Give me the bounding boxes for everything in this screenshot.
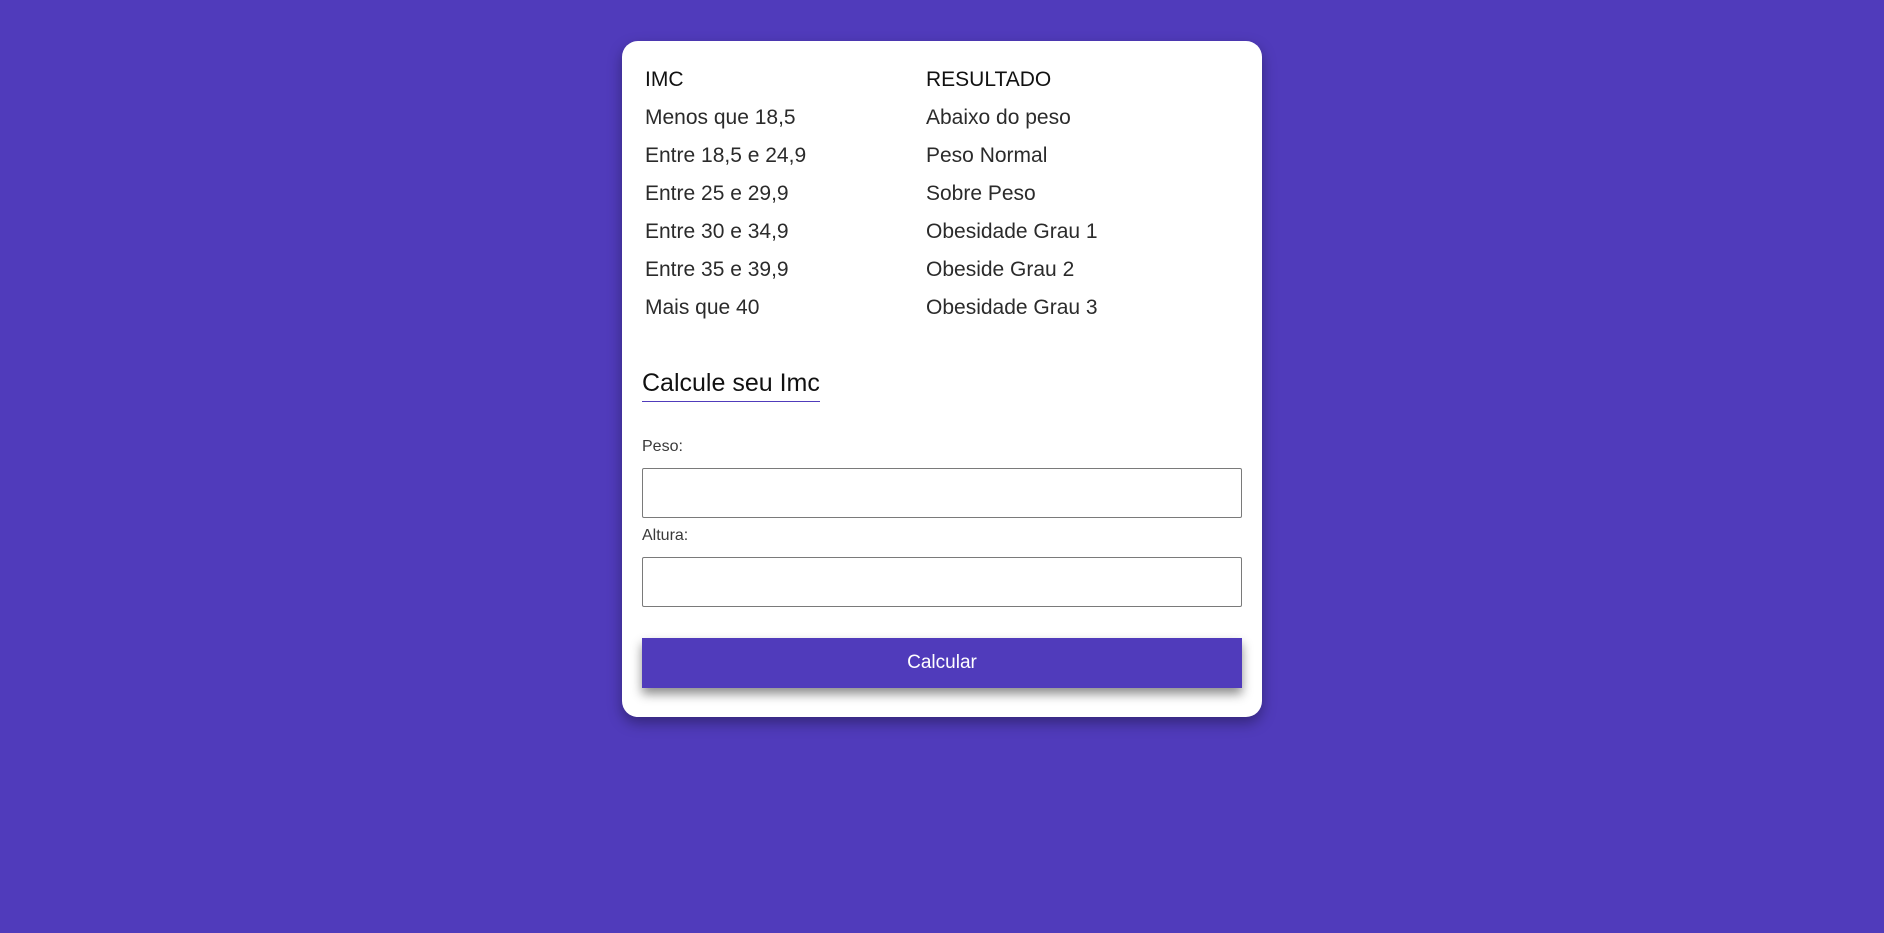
row-result: Obeside Grau 2	[926, 258, 1075, 281]
peso-input[interactable]	[642, 468, 1242, 518]
row-imc-range: Menos que 18,5	[645, 106, 796, 129]
peso-label: Peso:	[642, 438, 683, 455]
table-row: Entre 35 e 39,9 Obeside Grau 2	[645, 251, 1205, 289]
table-row: Entre 30 e 34,9 Obesidade Grau 1	[645, 213, 1205, 251]
row-result: Peso Normal	[926, 144, 1048, 167]
row-imc-range: Mais que 40	[645, 296, 760, 319]
header-imc: IMC	[645, 68, 684, 91]
table-row: Mais que 40 Obesidade Grau 3	[645, 289, 1205, 327]
row-imc-range: Entre 35 e 39,9	[645, 258, 789, 281]
imc-card: IMC RESULTADO Menos que 18,5 Abaixo do p…	[622, 41, 1262, 717]
calcular-button[interactable]: Calcular	[642, 638, 1242, 688]
imc-table: IMC RESULTADO Menos que 18,5 Abaixo do p…	[645, 61, 1205, 327]
header-resultado: RESULTADO	[926, 68, 1052, 91]
row-result: Obesidade Grau 3	[926, 296, 1098, 319]
table-row: Entre 18,5 e 24,9 Peso Normal	[645, 137, 1205, 175]
altura-input[interactable]	[642, 557, 1242, 607]
table-row: Entre 25 e 29,9 Sobre Peso	[645, 175, 1205, 213]
page-background: { "colors": { "background": "#503bbb", "…	[0, 0, 1884, 933]
row-imc-range: Entre 18,5 e 24,9	[645, 144, 807, 167]
row-imc-range: Entre 30 e 34,9	[645, 220, 789, 243]
table-row: Menos que 18,5 Abaixo do peso	[645, 99, 1205, 137]
imc-table-header: IMC RESULTADO	[645, 61, 1205, 99]
calc-title: Calcule seu Imc	[642, 368, 820, 403]
row-imc-range: Entre 25 e 29,9	[645, 182, 789, 205]
row-result: Sobre Peso	[926, 182, 1036, 205]
row-result: Obesidade Grau 1	[926, 220, 1098, 243]
altura-label: Altura:	[642, 527, 689, 544]
row-result: Abaixo do peso	[926, 106, 1071, 129]
